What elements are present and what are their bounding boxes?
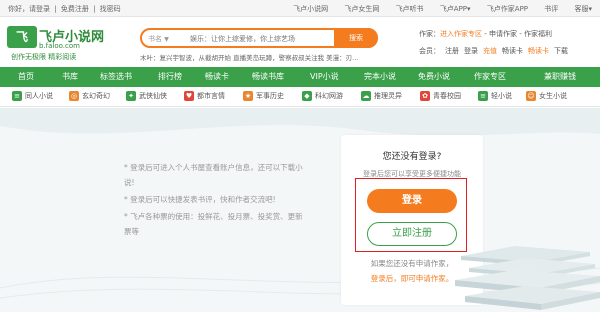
tip-item: * 登录后可进入个人书屋查看账户信息，还可以下载小说! — [124, 163, 303, 187]
logo-mark: 飞 — [7, 26, 37, 48]
recharge-link[interactable]: 充值 — [483, 47, 497, 55]
chevron-down-icon: ▼ — [164, 36, 169, 43]
category-label: 青春校园 — [433, 92, 461, 100]
coupon-link[interactable]: 畅读卡 — [502, 47, 523, 55]
tip-item: * 登录后可以快捷发表书评，快和作者交流吧! — [124, 195, 276, 204]
nav-library[interactable]: 书库 — [62, 67, 78, 87]
category-label: 科幻网游 — [315, 92, 343, 100]
top-bar-left: 你好，请登录 | 免费注册 | 找密码 — [8, 4, 123, 14]
search-scope-label: 书名 — [148, 35, 162, 43]
search-input[interactable] — [190, 32, 330, 45]
member-register-link[interactable]: 注册 — [445, 47, 459, 55]
login-button[interactable]: 登录 — [367, 189, 457, 213]
register-button[interactable]: 立即注册 — [367, 222, 457, 246]
find-password-link[interactable]: 找密码 — [100, 5, 121, 13]
category-military-history[interactable]: ★ 军事历史 — [243, 91, 284, 103]
category-fanfic[interactable]: ≡ 同人小说 — [12, 91, 53, 103]
category-label: 都市言情 — [197, 92, 225, 100]
category-urban-romance[interactable]: ♥ 都市言情 — [184, 91, 225, 103]
fanfic-icon: ≡ — [12, 91, 22, 101]
category-label: 女生小说 — [539, 92, 567, 100]
ghost-icon: ☁ — [361, 91, 371, 101]
link-faloo-audio[interactable]: 飞卢听书 — [396, 5, 424, 13]
apply-author-link[interactable]: 申请作家 — [489, 30, 517, 38]
nav-free[interactable]: 免费小说 — [418, 67, 450, 87]
member-login-link[interactable]: 登录 — [464, 47, 478, 55]
main-nav: 首页 书库 标签选书 排行榜 畅读卡 畅读书库 VIP小说 完本小说 免费小说 … — [0, 67, 600, 87]
category-bar: ≡ 同人小说 ◎ 玄幻奇幻 ✦ 武侠仙侠 ♥ 都市言情 ★ 军事历史 ◆ 科幻网游 ☁ 推理灵… — [0, 87, 600, 107]
top-bar-links: 飞卢小说网 飞卢女生网 飞卢听书 飞卢APP▾ 飞卢作家APP 书评 客服▾ — [279, 4, 592, 14]
hot-searches: 木叶：复兴宇智波，从截胡开始 直播美岛玩蹲，警察叔叔关注我 美漫：刃... — [140, 52, 358, 62]
link-reviews[interactable]: 书评 — [544, 5, 558, 13]
category-mystery[interactable]: ☁ 推理灵异 — [361, 91, 402, 103]
category-wuxia[interactable]: ✦ 武侠仙侠 — [126, 91, 167, 103]
category-label: 轻小说 — [491, 92, 512, 100]
book-icon: ≡ — [478, 91, 488, 101]
nav-vip[interactable]: VIP小说 — [310, 67, 339, 87]
link-faloo-novel[interactable]: 飞卢小说网 — [293, 5, 328, 13]
heart-icon: ♥ — [184, 91, 194, 101]
login-card-title: 您还没有登录? — [382, 152, 442, 162]
logo-slogan: 创作无极限 精彩阅读 — [11, 53, 77, 61]
category-label: 同人小说 — [25, 92, 53, 100]
category-light-novel[interactable]: ≡ 轻小说 — [478, 91, 512, 103]
login-tips: * 登录后可进入个人书屋查看账户信息，还可以下载小说! * 登录后可以快捷发表书… — [124, 160, 304, 241]
gamepad-icon: ◆ — [302, 91, 312, 101]
nav-card-library[interactable]: 畅读书库 — [252, 67, 284, 87]
separator: - — [482, 30, 489, 38]
author-links: 作家：进入作家专区 - 申请作家 - 作家福利 — [419, 29, 552, 39]
enter-author-zone-link[interactable]: 进入作家专区 — [440, 30, 482, 38]
nav-tags[interactable]: 标签选书 — [100, 67, 132, 87]
category-label: 玄幻奇幻 — [82, 92, 110, 100]
search-scope-select[interactable]: 书名 ▼ — [148, 34, 169, 44]
nav-completed[interactable]: 完本小说 — [364, 67, 396, 87]
author-label: 作家： — [419, 30, 440, 38]
login-link[interactable]: 你好，请登录 — [8, 5, 50, 13]
link-faloo-app[interactable]: 飞卢APP▾ — [440, 5, 471, 13]
category-female[interactable]: ☺ 女生小说 — [526, 91, 567, 103]
sword-icon: ✦ — [126, 91, 136, 101]
female-icon: ☺ — [526, 91, 536, 101]
site-logo[interactable]: 飞 飞卢小说网 b.faloo.com 创作无极限 精彩阅读 — [7, 24, 107, 64]
campus-icon: ✿ — [420, 91, 430, 101]
military-icon: ★ — [243, 91, 253, 101]
top-bar: 你好，请登录 | 免费注册 | 找密码 飞卢小说网 飞卢女生网 飞卢听书 飞卢A… — [0, 0, 600, 17]
nav-reading-card[interactable]: 畅读卡 — [205, 67, 229, 87]
category-label: 推理灵异 — [374, 92, 402, 100]
nav-home[interactable]: 首页 — [18, 67, 34, 87]
vip-card-link[interactable]: 畅读卡 — [528, 47, 549, 55]
category-campus[interactable]: ✿ 青春校园 — [420, 91, 461, 103]
search-box: 书名 ▼ 搜索 — [140, 28, 378, 48]
logo-domain: b.faloo.com — [39, 42, 80, 50]
separator: - — [516, 30, 524, 38]
nav-author-zone[interactable]: 作家专区 — [474, 67, 506, 87]
link-support[interactable]: 客服▾ — [574, 5, 592, 13]
hot-links[interactable]: 复兴宇智波，从截胡开始 直播美岛玩蹲，警察叔叔关注我 美漫：刃... — [160, 54, 359, 62]
fantasy-icon: ◎ — [69, 91, 79, 101]
download-link[interactable]: 下载 — [554, 47, 568, 55]
nav-part-time[interactable]: 兼职赚钱 — [544, 67, 576, 87]
link-author-app[interactable]: 飞卢作家APP — [487, 5, 528, 13]
category-label: 军事历史 — [256, 92, 284, 100]
free-register-link[interactable]: 免费注册 — [61, 5, 89, 13]
tip-item: * 飞卢各种票的使用：投鲜花、投月票、投奖赏、更新票等 — [124, 212, 303, 236]
separator: | — [93, 5, 96, 13]
category-label: 武侠仙侠 — [139, 92, 167, 100]
member-label: 会员： — [419, 47, 440, 55]
link-faloo-female[interactable]: 飞卢女生网 — [344, 5, 379, 13]
member-links: 会员： 注册 登录 充值 畅读卡 畅读卡 下载 — [419, 46, 573, 56]
search-button[interactable]: 搜索 — [334, 28, 378, 48]
author-welfare-link[interactable]: 作家福利 — [524, 30, 552, 38]
category-scifi-game[interactable]: ◆ 科幻网游 — [302, 91, 343, 103]
hot-label: 木叶： — [140, 54, 160, 62]
books-illustration — [455, 246, 600, 310]
nav-rankings[interactable]: 排行榜 — [158, 67, 182, 87]
category-fantasy[interactable]: ◎ 玄幻奇幻 — [69, 91, 110, 103]
separator: | — [54, 5, 57, 13]
